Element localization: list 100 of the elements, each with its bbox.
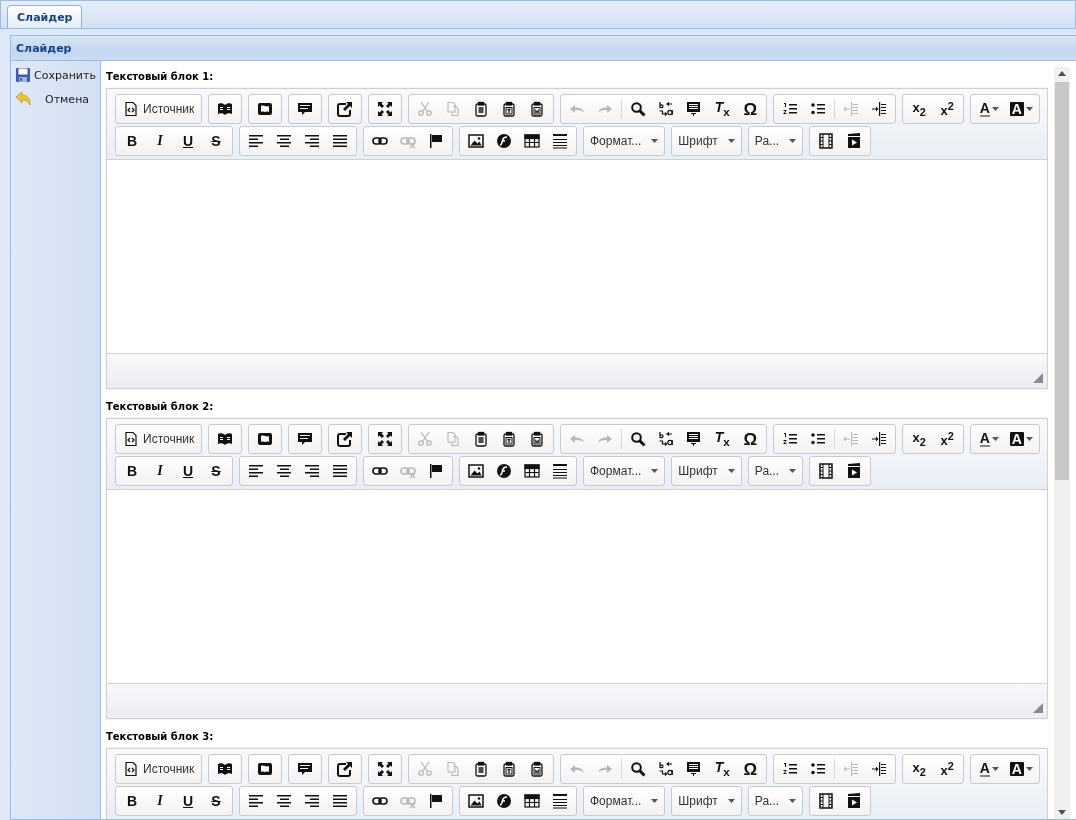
numbered-list-icon: [782, 431, 799, 447]
dropdown[interactable]: Ра...: [748, 788, 803, 814]
strikethrough-button[interactable]: S: [202, 458, 230, 484]
background-color-button[interactable]: A: [1005, 756, 1038, 782]
strikethrough-button[interactable]: S: [202, 128, 230, 154]
caret-icon: [727, 469, 735, 473]
underline-button[interactable]: U: [174, 458, 202, 484]
outdent-icon: [843, 101, 860, 117]
replace-icon: [658, 101, 675, 117]
dropdown[interactable]: Шрифт: [672, 128, 741, 154]
scrollbar[interactable]: [1054, 67, 1070, 819]
clipboard-icon: [473, 761, 490, 777]
scissors-icon: [417, 101, 434, 117]
italic-button[interactable]: I: [146, 788, 174, 814]
scroll-down-icon[interactable]: [1058, 810, 1066, 815]
subscript-button[interactable]: x$_{2}$: [905, 96, 934, 122]
horizontal-lines-icon: [552, 463, 568, 479]
background-color-button[interactable]: A: [1005, 426, 1038, 452]
scroll-up-icon[interactable]: [1058, 71, 1066, 76]
tab[interactable]: Слайдер: [7, 5, 83, 28]
flag-icon: [428, 133, 444, 149]
editor-label: Текстовый блок 3:: [106, 731, 215, 742]
italic-button[interactable]: I: [146, 458, 174, 484]
special-character-button[interactable]: Ω: [736, 756, 765, 782]
bulleted-list-icon: [810, 101, 827, 117]
bold-button[interactable]: B: [118, 788, 146, 814]
caret-icon: [1025, 767, 1033, 771]
background-color-button[interactable]: A: [1005, 96, 1038, 122]
text-color-button[interactable]: A: [973, 756, 1006, 782]
underline-button[interactable]: U: [174, 788, 202, 814]
copy-icon: [445, 761, 462, 777]
cancel-button[interactable]: Отмена: [11, 89, 94, 109]
external-link-icon: [337, 761, 354, 777]
frame-icon: [257, 761, 274, 777]
align-right-icon: [304, 133, 320, 149]
dropdown[interactable]: Формат...: [584, 788, 665, 814]
indent-icon: [871, 101, 888, 117]
flag-icon: [428, 793, 444, 809]
search-icon: [630, 101, 647, 117]
source-button[interactable]: Источник: [118, 426, 200, 452]
horizontal-lines-icon: [552, 793, 568, 809]
subscript-button[interactable]: x$_{2}$: [905, 426, 934, 452]
caret-icon: [727, 139, 735, 143]
align-left-icon: [248, 793, 264, 809]
subscript-button[interactable]: x$_{2}$: [905, 756, 934, 782]
text-color-button[interactable]: A: [973, 426, 1006, 452]
film-icon: [818, 793, 835, 809]
bulleted-list-icon: [810, 761, 827, 777]
dropdown[interactable]: Ра...: [748, 458, 803, 484]
caret-icon: [789, 469, 797, 473]
outdent-icon: [843, 761, 860, 777]
scrollbar-thumb[interactable]: [1055, 82, 1069, 480]
remove-format-button[interactable]: T$_{x}$: [708, 426, 737, 452]
underline-button[interactable]: U: [174, 128, 202, 154]
bold-button[interactable]: B: [118, 128, 146, 154]
replace-icon: [658, 761, 675, 777]
superscript-button[interactable]: x$^{2}$: [933, 426, 962, 452]
table-icon: [524, 793, 540, 809]
text-color-button[interactable]: A: [973, 96, 1006, 122]
remove-format-button[interactable]: T$_{x}$: [708, 96, 737, 122]
remove-format-button[interactable]: T$_{x}$: [708, 756, 737, 782]
save-button[interactable]: Сохранить: [11, 65, 100, 85]
resize-handle-icon[interactable]: [1033, 373, 1043, 383]
italic-button[interactable]: I: [146, 128, 174, 154]
superscript-button[interactable]: x$^{2}$: [933, 756, 962, 782]
bold-button[interactable]: B: [118, 458, 146, 484]
dropdown[interactable]: Формат...: [584, 128, 665, 154]
clipboard-icon: [529, 761, 546, 777]
text-block-icon: [686, 101, 703, 117]
speech-bubble-icon: [297, 431, 314, 447]
strikethrough-button[interactable]: S: [202, 788, 230, 814]
caret-icon: [727, 799, 735, 803]
copy-icon: [445, 431, 462, 447]
editor-label: Текстовый блок 2:: [106, 401, 215, 412]
special-character-button[interactable]: Ω: [736, 426, 765, 452]
dropdown[interactable]: Шрифт: [672, 788, 741, 814]
caret-icon: [991, 437, 999, 441]
justify-icon: [332, 463, 348, 479]
resize-handle-icon[interactable]: [1033, 703, 1043, 713]
align-left-icon: [248, 463, 264, 479]
indent-icon: [871, 431, 888, 447]
clipboard-icon: [501, 431, 518, 447]
image-icon: [468, 793, 484, 809]
book-icon: [217, 431, 234, 447]
numbered-list-icon: [782, 101, 799, 117]
special-character-button[interactable]: Ω: [736, 96, 765, 122]
clipboard-icon: [473, 431, 490, 447]
justify-icon: [332, 793, 348, 809]
source-button[interactable]: Источник: [118, 756, 200, 782]
caret-icon: [789, 799, 797, 803]
align-right-icon: [304, 463, 320, 479]
dropdown[interactable]: Ра...: [748, 128, 803, 154]
indent-icon: [871, 761, 888, 777]
superscript-button[interactable]: x$^{2}$: [933, 96, 962, 122]
dropdown[interactable]: Формат...: [584, 458, 665, 484]
clipboard-icon: [529, 101, 546, 117]
dropdown[interactable]: Шрифт: [672, 458, 741, 484]
clapperboard-icon: [846, 463, 863, 479]
source-button[interactable]: Источник: [118, 96, 200, 122]
text-block-icon: [686, 761, 703, 777]
